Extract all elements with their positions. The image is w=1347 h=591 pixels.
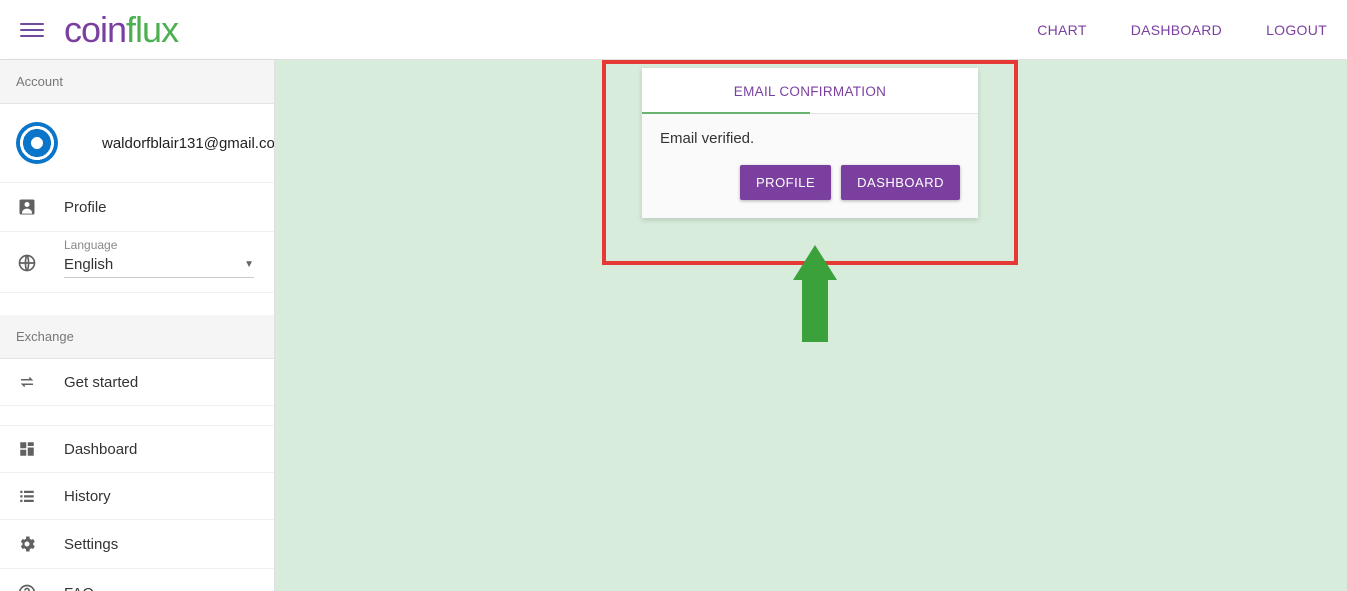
language-select[interactable]: English ▼ (64, 256, 254, 278)
nav-logout-link[interactable]: LOGOUT (1266, 22, 1327, 38)
sidebar: Account waldorfblair131@gmail.com Profil… (0, 60, 275, 591)
gear-icon (16, 534, 38, 554)
sidebar-item-dashboard[interactable]: Dashboard (0, 426, 274, 473)
sidebar-item-settings[interactable]: Settings (0, 520, 274, 569)
card-tab-email-confirmation[interactable]: EMAIL CONFIRMATION (642, 68, 978, 114)
sidebar-section-exchange: Exchange (0, 315, 274, 359)
sidebar-label-faq: FAQ (64, 585, 94, 591)
swap-icon (16, 373, 38, 391)
avatar-icon (16, 122, 58, 164)
language-icon-row (0, 287, 274, 315)
chevron-down-icon: ▼ (244, 259, 254, 270)
list-icon (16, 487, 38, 505)
sidebar-label-get-started: Get started (64, 374, 138, 391)
globe-icon (16, 253, 38, 273)
profile-button[interactable]: PROFILE (740, 165, 831, 200)
sidebar-item-profile[interactable]: Profile (0, 183, 274, 232)
person-icon (16, 197, 38, 217)
main-area: EMAIL CONFIRMATION Email verified. PROFI… (275, 60, 1347, 591)
dashboard-icon (16, 440, 38, 458)
card-message: Email verified. (660, 130, 960, 147)
email-confirmation-card: EMAIL CONFIRMATION Email verified. PROFI… (642, 68, 978, 218)
language-block: Language English ▼ (0, 232, 274, 293)
menu-toggle-button[interactable] (20, 18, 44, 42)
sidebar-item-history[interactable]: History (0, 473, 274, 520)
sidebar-label-profile: Profile (64, 199, 107, 216)
account-email: waldorfblair131@gmail.com (102, 135, 275, 152)
language-value: English (64, 256, 113, 273)
sidebar-label-history: History (64, 488, 111, 505)
dashboard-button[interactable]: DASHBOARD (841, 165, 960, 200)
sidebar-section-account: Account (0, 60, 274, 104)
logo-part1: coin (64, 9, 126, 50)
sidebar-label-dashboard: Dashboard (64, 441, 137, 458)
annotation-arrow (793, 245, 837, 345)
logo-part2: flux (126, 9, 178, 50)
help-icon (16, 583, 38, 591)
nav-dashboard-link[interactable]: DASHBOARD (1131, 22, 1222, 38)
sidebar-item-get-started[interactable]: Get started (0, 359, 274, 406)
sidebar-account-row[interactable]: waldorfblair131@gmail.com (0, 104, 274, 183)
top-nav: CHART DASHBOARD LOGOUT (1037, 22, 1327, 38)
topbar: coinflux CHART DASHBOARD LOGOUT (0, 0, 1347, 60)
language-field-label: Language (64, 238, 258, 252)
logo[interactable]: coinflux (64, 9, 178, 51)
sidebar-item-faq[interactable]: FAQ (0, 569, 274, 591)
card-body: Email verified. PROFILE DASHBOARD (642, 114, 978, 218)
card-actions: PROFILE DASHBOARD (660, 165, 960, 200)
nav-chart-link[interactable]: CHART (1037, 22, 1086, 38)
sidebar-label-settings: Settings (64, 536, 118, 553)
